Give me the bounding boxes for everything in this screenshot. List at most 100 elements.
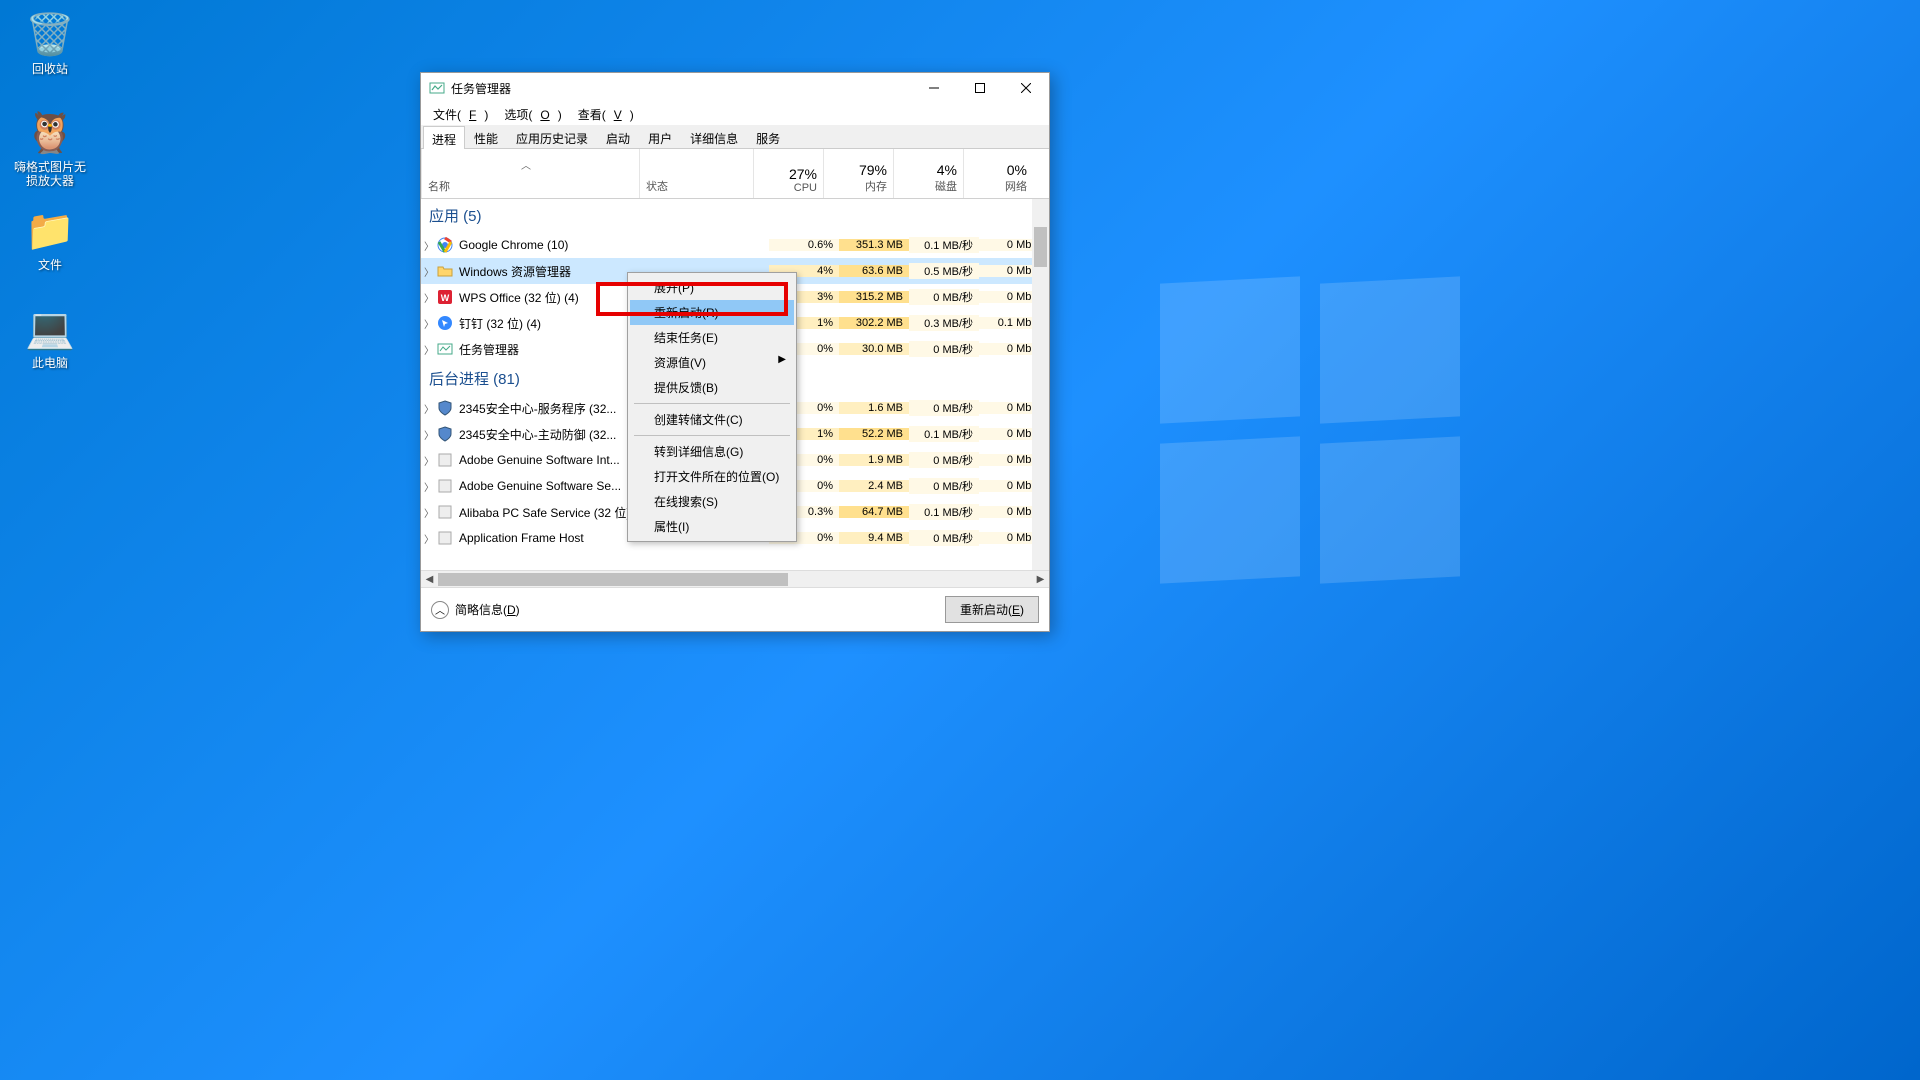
- scrollbar-thumb[interactable]: [1034, 227, 1047, 267]
- memory-cell: 9.4 MB: [839, 532, 909, 544]
- process-icon: W: [437, 289, 453, 305]
- memory-cell: 2.4 MB: [839, 480, 909, 492]
- expand-icon[interactable]: 〉: [421, 316, 437, 331]
- scroll-left-icon[interactable]: ◀: [421, 571, 438, 588]
- tab-bar: 进程性能应用历史记录启动用户详细信息服务: [421, 125, 1049, 149]
- process-icon: [437, 504, 453, 520]
- context-menu-item[interactable]: 提供反馈(B): [630, 375, 794, 400]
- context-menu-item[interactable]: 属性(I): [630, 514, 794, 539]
- footer: ︿ 简略信息(D) 重新启动(E): [421, 587, 1049, 631]
- disk-cell: 0 MB/秒: [909, 400, 979, 416]
- menu-bar: 文件(F)选项(O)查看(V): [421, 103, 1049, 125]
- expand-icon[interactable]: 〉: [421, 427, 437, 442]
- context-menu-item[interactable]: 展开(P): [630, 275, 794, 300]
- expand-icon[interactable]: 〉: [421, 401, 437, 416]
- expand-icon[interactable]: 〉: [421, 342, 437, 357]
- context-menu-item[interactable]: 转到详细信息(G): [630, 439, 794, 464]
- context-menu-item[interactable]: 在线搜索(S): [630, 489, 794, 514]
- desktop-icon-label: 回收站: [12, 62, 88, 76]
- column-headers: ︿ 名称 状态 27%CPU 79%内存 4%磁盘 0%网络: [421, 149, 1049, 199]
- col-status[interactable]: 状态: [639, 149, 753, 198]
- submenu-arrow-icon: ▶: [778, 354, 786, 365]
- expand-icon[interactable]: 〉: [421, 479, 437, 494]
- context-menu-item[interactable]: 打开文件所在的位置(O): [630, 464, 794, 489]
- process-name: Adobe Genuine Software Se...: [459, 479, 655, 493]
- cpu-cell: 0.6%: [769, 239, 839, 251]
- titlebar[interactable]: 任务管理器: [421, 73, 1049, 103]
- expand-icon[interactable]: 〉: [421, 290, 437, 305]
- process-name: Application Frame Host: [459, 531, 655, 545]
- context-menu-item[interactable]: 资源值(V)▶: [630, 350, 794, 375]
- memory-cell: 1.9 MB: [839, 454, 909, 466]
- desktop-icon-2[interactable]: 📁 文件: [12, 206, 88, 272]
- minimize-button[interactable]: [911, 73, 957, 103]
- process-icon: [437, 530, 453, 546]
- process-name: 2345安全中心-主动防御 (32...: [459, 426, 655, 443]
- context-menu-item[interactable]: 结束任务(E): [630, 325, 794, 350]
- menu-item-0[interactable]: 文件(F): [425, 103, 496, 125]
- fewer-details-toggle[interactable]: ︿ 简略信息(D): [431, 601, 520, 619]
- memory-cell: 52.2 MB: [839, 428, 909, 440]
- disk-cell: 0.1 MB/秒: [909, 426, 979, 442]
- col-disk[interactable]: 4%磁盘: [893, 149, 963, 198]
- desktop-icon-label: 文件: [12, 258, 88, 272]
- memory-cell: 315.2 MB: [839, 291, 909, 303]
- restart-button[interactable]: 重新启动(E): [945, 596, 1039, 623]
- desktop-app-icon: 🗑️: [26, 10, 74, 58]
- tab-1[interactable]: 性能: [465, 125, 507, 148]
- maximize-button[interactable]: [957, 73, 1003, 103]
- process-name: Windows 资源管理器: [459, 263, 655, 280]
- expand-icon[interactable]: 〉: [421, 505, 437, 520]
- process-name: Google Chrome (10): [459, 238, 655, 252]
- memory-cell: 1.6 MB: [839, 402, 909, 414]
- window-title: 任务管理器: [451, 80, 911, 97]
- tab-4[interactable]: 用户: [639, 125, 681, 148]
- desktop-icon-1[interactable]: 🦉嗨格式图片无损放大器: [12, 108, 88, 189]
- svg-text:W: W: [441, 293, 450, 303]
- scroll-right-icon[interactable]: ▶: [1032, 571, 1049, 588]
- horizontal-scrollbar[interactable]: ◀ ▶: [421, 570, 1049, 587]
- context-menu-item[interactable]: 重新启动(R): [630, 300, 794, 325]
- col-memory[interactable]: 79%内存: [823, 149, 893, 198]
- disk-cell: 0 MB/秒: [909, 478, 979, 494]
- desktop-icon-0[interactable]: 🗑️ 回收站: [12, 10, 88, 76]
- fewer-details-label: 简略信息(D): [455, 601, 520, 618]
- sort-indicator-icon: ︿: [521, 157, 531, 172]
- process-icon: [437, 315, 453, 331]
- hscroll-track[interactable]: [438, 571, 1032, 587]
- disk-cell: 0.3 MB/秒: [909, 315, 979, 331]
- process-icon: [437, 426, 453, 442]
- menu-item-1[interactable]: 选项(O): [496, 103, 569, 125]
- memory-cell: 30.0 MB: [839, 343, 909, 355]
- expand-icon[interactable]: 〉: [421, 238, 437, 253]
- process-icon: [437, 237, 453, 253]
- memory-cell: 351.3 MB: [839, 239, 909, 251]
- tab-5[interactable]: 详细信息: [681, 125, 747, 148]
- hscroll-thumb[interactable]: [438, 573, 788, 586]
- process-name: WPS Office (32 位) (4): [459, 289, 655, 306]
- tab-0[interactable]: 进程: [423, 126, 465, 149]
- process-icon: [437, 478, 453, 494]
- vertical-scrollbar[interactable]: [1032, 199, 1049, 570]
- expand-icon[interactable]: 〉: [421, 264, 437, 279]
- menu-item-2[interactable]: 查看(V): [570, 103, 642, 125]
- col-network[interactable]: 0%网络: [963, 149, 1033, 198]
- disk-cell: 0 MB/秒: [909, 341, 979, 357]
- tab-2[interactable]: 应用历史记录: [507, 125, 597, 148]
- context-menu-item[interactable]: 创建转储文件(C): [630, 407, 794, 432]
- taskmgr-icon: [429, 80, 445, 96]
- col-cpu[interactable]: 27%CPU: [753, 149, 823, 198]
- tab-6[interactable]: 服务: [747, 125, 789, 148]
- close-button[interactable]: [1003, 73, 1049, 103]
- disk-cell: 0.5 MB/秒: [909, 263, 979, 279]
- process-icon: [437, 341, 453, 357]
- desktop-app-icon: 📁: [26, 206, 74, 254]
- process-row[interactable]: 〉Google Chrome (10)0.6%351.3 MB0.1 MB/秒0…: [421, 232, 1049, 258]
- process-icon: [437, 452, 453, 468]
- desktop-icon-label: 此电脑: [12, 356, 88, 370]
- desktop-icon-label: 嗨格式图片无损放大器: [12, 160, 88, 189]
- desktop-icon-3[interactable]: 💻此电脑: [12, 304, 88, 370]
- tab-3[interactable]: 启动: [597, 125, 639, 148]
- expand-icon[interactable]: 〉: [421, 531, 437, 546]
- expand-icon[interactable]: 〉: [421, 453, 437, 468]
